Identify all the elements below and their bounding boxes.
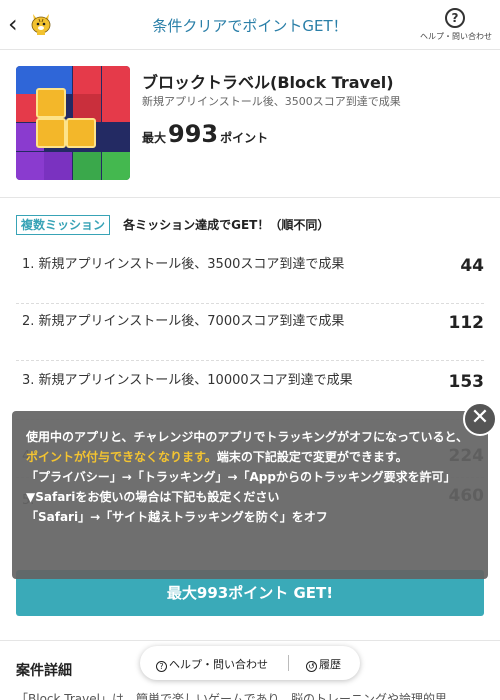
notice-text: 使用中のアプリと、チャレンジ中のアプリでトラッキングがオフになっていると、 xyxy=(26,430,468,444)
float-help-button[interactable]: ? ヘルプ・問い合わせ xyxy=(156,656,268,672)
app-icon xyxy=(16,66,130,180)
notice-paragraph-3: ▼Safariをお使いの場合は下記も設定ください xyxy=(26,490,280,504)
app-name: ブロックトラベル(Block Travel) xyxy=(142,73,394,92)
points-prefix: 最大 xyxy=(142,131,167,145)
app-subtitle: 新規アプリインストール後、3500スコア到達で成果 xyxy=(142,95,401,108)
mission-row-2: 2. 新規アプリインストール後、7000スコア到達で成果 112 xyxy=(16,313,484,361)
mission-text: 3. 新規アプリインストール後、10000スコア到達で成果 xyxy=(22,373,353,388)
mission-text: 2. 新規アプリインストール後、7000スコア到達で成果 xyxy=(22,314,345,329)
history-label: 履歴 xyxy=(319,658,341,671)
mission-points: 153 xyxy=(448,372,485,392)
mission-points: 44 xyxy=(460,256,484,276)
notice-text: 端末の下記設定で変更ができます。 xyxy=(216,450,408,464)
app-summary: ブロックトラベル(Block Travel) 新規アプリインストール後、3500… xyxy=(0,50,500,198)
divider xyxy=(0,640,500,641)
mission-text: 1. 新規アプリインストール後、3500スコア到達で成果 xyxy=(22,257,345,272)
float-help-label: ヘルプ・問い合わせ xyxy=(169,658,268,671)
float-divider xyxy=(288,655,289,671)
question-circle-icon: ? xyxy=(156,661,167,672)
mission-note: 各ミッション達成でGET！（順不同） xyxy=(123,218,330,232)
notice-highlight: ポイントが付与できなくなります。 xyxy=(26,450,217,464)
notice-paragraph-2: 「プライバシー」→「トラッキング」→「Appからのトラッキング要求を許可」 xyxy=(26,470,456,484)
notice-paragraph-1: 使用中のアプリと、チャレンジ中のアプリでトラッキングがオフになっていると、ポイン… xyxy=(26,427,474,467)
mission-row-1: 1. 新規アプリインストール後、3500スコア到達で成果 44 xyxy=(16,256,484,304)
points-unit: ポイント xyxy=(220,131,269,145)
details-title: 案件詳細 xyxy=(16,663,72,679)
max-points: 最大993 ポイント xyxy=(142,120,268,148)
close-icon[interactable]: ✕ xyxy=(463,402,497,436)
floating-action-bar: ? ヘルプ・問い合わせ ↺ 履歴 xyxy=(140,646,360,680)
tracking-notice-popup: 使用中のアプリと、チャレンジ中のアプリでトラッキングがオフになっていると、ポイン… xyxy=(12,411,488,579)
help-label: ヘルプ・問い合わせ xyxy=(420,32,492,41)
details-text: 「Block Travel」は、簡単で楽しいゲームであり、脳のトレーニングや論理… xyxy=(16,692,447,700)
header-bar: ‹ 条件クリアでポイントGET！ ? ヘルプ・問い合わせ xyxy=(0,0,500,50)
question-circle-icon: ? xyxy=(445,8,465,28)
history-clock-icon: ↺ xyxy=(306,661,317,672)
history-button[interactable]: ↺ 履歴 xyxy=(306,656,341,672)
mission-points: 112 xyxy=(448,313,485,333)
notice-paragraph-4: 「Safari」→「サイト越えトラッキングを防ぐ」をオフ xyxy=(26,510,328,524)
points-value: 993 xyxy=(168,120,219,148)
multi-mission-badge: 複数ミッション xyxy=(16,214,111,235)
mission-header: 複数ミッション 各ミッション達成でGET！（順不同） xyxy=(16,214,330,235)
help-button[interactable]: ? ヘルプ・問い合わせ xyxy=(420,8,492,42)
